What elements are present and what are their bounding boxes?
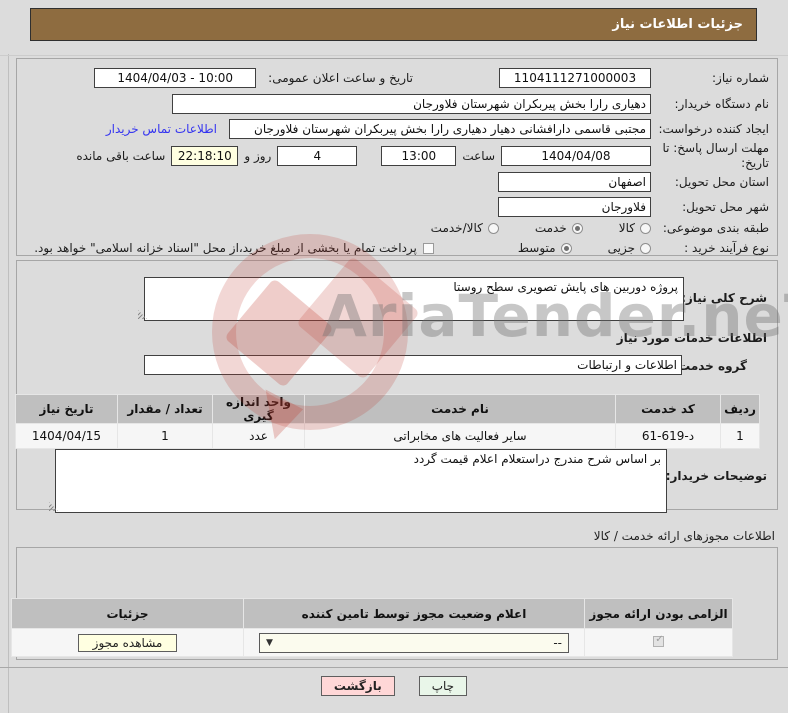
request-creator-label: ایجاد کننده درخواست:	[658, 121, 769, 136]
left-border-line	[8, 54, 9, 713]
classification-option-goods-service[interactable]: کالا/خدمت	[431, 221, 499, 235]
footer-buttons: چاپ بازگشت	[0, 676, 788, 696]
licenses-table-row: -- ▼ مشاهده مجوز	[11, 628, 733, 657]
services-section-heading: اطلاعات خدمات مورد نیاز	[616, 331, 767, 345]
header-separator	[0, 55, 788, 56]
need-number-label: شماره نیاز:	[712, 70, 769, 85]
deadline-date-field[interactable]	[501, 146, 651, 166]
buyer-notes-textarea[interactable]: بر اساس شرح مندرج دراستعلام اعلام قیمت گ…	[55, 449, 667, 513]
radio-checked-icon[interactable]	[571, 222, 583, 234]
cell-need-date: 1404/04/15	[15, 423, 118, 449]
back-button[interactable]: بازگشت	[320, 676, 395, 696]
services-table-header-row: ردیف کد خدمت نام خدمت واحد اندازه گیری ت…	[15, 394, 760, 424]
buyer-notes-label: توضیحات خریدار:	[665, 469, 767, 483]
checkbox-checked-icon[interactable]	[653, 634, 665, 647]
service-group-label: گروه خدمت:	[673, 359, 747, 373]
radio-icon[interactable]	[487, 222, 499, 234]
licenses-section-heading: اطلاعات مجوزهای ارائه خدمت / کالا	[593, 529, 775, 543]
col-service-name: نام خدمت	[304, 394, 616, 424]
deadline-label: مهلت ارسال پاسخ: تا تاریخ:	[662, 141, 769, 170]
classification-option-service[interactable]: خدمت	[535, 221, 583, 235]
announce-datetime-label: تاریخ و ساعت اعلان عمومی:	[268, 71, 413, 85]
col-row-number: ردیف	[720, 394, 760, 424]
delivery-province-label: استان محل تحویل:	[674, 174, 769, 189]
deadline-row: مهلت ارسال پاسخ: تا تاریخ: ساعت روز و سا…	[17, 141, 777, 171]
remaining-label: ساعت باقی مانده	[76, 149, 166, 163]
col-license-status: اعلام وضعیت مجوز توسط تامین کننده	[243, 598, 585, 629]
radio-checked-icon[interactable]	[560, 242, 572, 254]
radio-icon[interactable]	[640, 242, 651, 254]
delivery-province-field[interactable]	[498, 172, 651, 192]
service-group-field[interactable]	[144, 355, 682, 375]
purchase-process-label: نوع فرآیند خرید :	[684, 240, 769, 255]
licenses-table-header-row: الزامی بودن ارائه مجوز اعلام وضعیت مجوز …	[11, 598, 733, 629]
request-info-panel: شماره نیاز: تاریخ و ساعت اعلان عمومی: نا…	[16, 58, 778, 256]
licenses-table: الزامی بودن ارائه مجوز اعلام وضعیت مجوز …	[11, 598, 733, 657]
delivery-province-row: استان محل تحویل:	[17, 171, 777, 193]
license-status-value: --	[553, 635, 562, 650]
need-description-label: شرح کلی نیاز:	[681, 291, 767, 305]
services-table-row: 1 د-619-61 سایر فعالیت های مخابراتی عدد …	[15, 423, 760, 449]
services-panel: شرح کلی نیاز: پروژه دوربین های پایش تصوی…	[15, 260, 778, 513]
need-number-row: شماره نیاز: تاریخ و ساعت اعلان عمومی:	[17, 67, 777, 89]
cell-unit: عدد	[212, 423, 305, 449]
treasury-note-label: پرداخت تمام یا بخشی از مبلغ خرید،از محل …	[34, 241, 417, 255]
cell-quantity: 1	[117, 423, 213, 449]
need-details-page: جزئیات اطلاعات نیاز شماره نیاز: تاریخ و …	[0, 0, 788, 713]
chevron-down-icon: ▼	[266, 637, 273, 648]
request-creator-field[interactable]	[229, 119, 651, 139]
announce-datetime-field[interactable]	[94, 68, 257, 88]
col-service-code: کد خدمت	[615, 394, 721, 424]
services-table: ردیف کد خدمت نام خدمت واحد اندازه گیری ت…	[15, 394, 760, 449]
cell-service-name: سایر فعالیت های مخابراتی	[304, 423, 616, 449]
checkbox-icon[interactable]	[422, 242, 434, 254]
view-license-button[interactable]: مشاهده مجوز	[77, 633, 178, 652]
time-remaining-field[interactable]	[171, 146, 239, 166]
days-label: روز و	[244, 149, 272, 163]
request-creator-row: ایجاد کننده درخواست: اطلاعات تماس خریدار	[17, 118, 777, 140]
cell-row-number: 1	[720, 423, 760, 449]
need-number-field[interactable]	[499, 68, 651, 88]
col-quantity: تعداد / مقدار	[117, 394, 213, 424]
deadline-time-field[interactable]	[381, 146, 457, 166]
cell-service-code: د-619-61	[615, 423, 721, 449]
buyer-name-field[interactable]	[172, 94, 651, 114]
col-license-required: الزامی بودن ارائه مجوز	[584, 598, 733, 629]
buyer-contact-link[interactable]: اطلاعات تماس خریدار	[106, 122, 217, 136]
cell-license-required	[584, 628, 733, 657]
delivery-city-label: شهر محل تحویل:	[682, 199, 769, 214]
subject-classification-row: طبقه بندی موضوعی: کالا خدمت کالا/خدمت	[17, 217, 777, 239]
col-unit: واحد اندازه گیری	[212, 394, 305, 424]
delivery-city-row: شهر محل تحویل:	[17, 196, 777, 218]
days-remaining-field[interactable]	[277, 146, 358, 166]
cell-license-status: -- ▼	[243, 628, 585, 657]
subject-classification-label: طبقه بندی موضوعی:	[662, 220, 769, 235]
hour-label: ساعت	[462, 149, 495, 163]
license-status-select[interactable]: -- ▼	[259, 632, 569, 653]
buyer-name-row: نام دستگاه خریدار:	[17, 93, 777, 115]
col-need-date: تاریخ نیاز	[15, 394, 118, 424]
treasury-checkbox-item[interactable]: پرداخت تمام یا بخشی از مبلغ خرید،از محل …	[34, 241, 434, 255]
print-button[interactable]: چاپ	[418, 676, 468, 696]
delivery-city-field[interactable]	[498, 197, 651, 217]
classification-option-goods[interactable]: کالا	[619, 221, 651, 235]
page-title-text: جزئیات اطلاعات نیاز	[612, 17, 743, 32]
page-title: جزئیات اطلاعات نیاز	[30, 8, 757, 41]
buyer-name-label: نام دستگاه خریدار:	[674, 96, 770, 111]
footer-divider	[0, 667, 788, 668]
licenses-panel: الزامی بودن ارائه مجوز اعلام وضعیت مجوز …	[11, 547, 778, 660]
process-option-medium[interactable]: متوسط	[518, 241, 572, 255]
col-license-details: جزئیات	[11, 598, 244, 629]
process-option-partial[interactable]: جزیی	[608, 241, 651, 255]
radio-icon[interactable]	[640, 222, 651, 234]
cell-license-details: مشاهده مجوز	[11, 628, 244, 657]
purchase-process-row: نوع فرآیند خرید : جزیی متوسط پرداخت تمام…	[17, 237, 777, 259]
need-description-textarea[interactable]: پروژه دوربین های پایش تصویری سطح روستا	[144, 277, 684, 321]
